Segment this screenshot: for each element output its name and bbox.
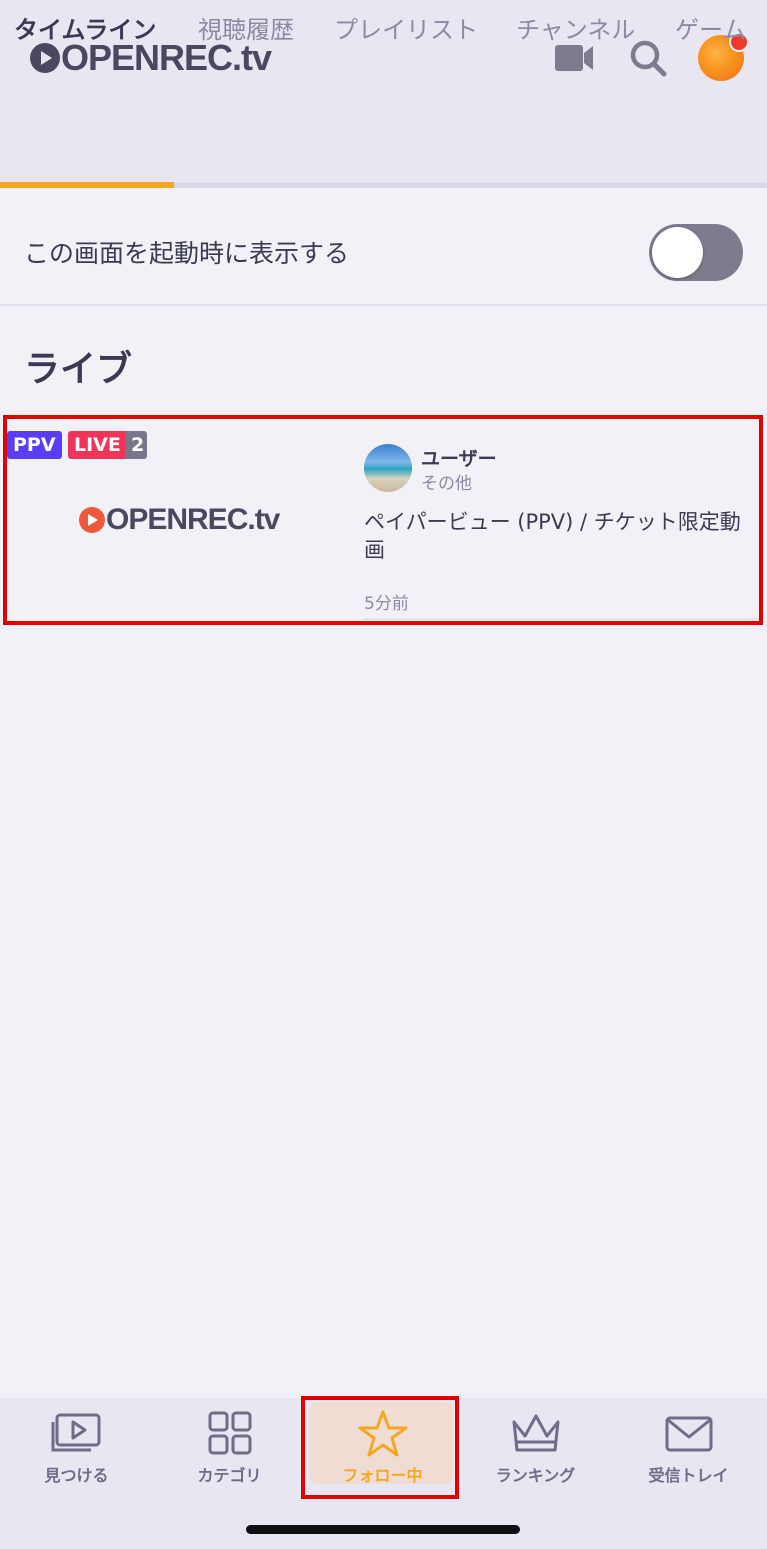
stream-category: その他 xyxy=(421,474,472,494)
stream-thumbnail[interactable]: OPENREC.tv xyxy=(79,503,280,537)
home-indicator[interactable] xyxy=(246,1525,520,1534)
active-tab-indicator xyxy=(0,182,174,188)
play-logo-icon xyxy=(79,507,105,533)
stream-title[interactable]: ペイパービュー (PPV) / チケット限定動画 xyxy=(364,508,754,564)
nav-label: 見つける xyxy=(44,1466,109,1485)
channel-name[interactable]: ユーザー xyxy=(421,444,497,471)
ppv-badge: PPV xyxy=(7,431,62,459)
nav-ranking[interactable]: ランキング xyxy=(459,1398,612,1498)
live-badge: LIVE xyxy=(68,431,127,459)
nav-label: カテゴリ xyxy=(197,1466,262,1485)
category-grid-icon xyxy=(208,1411,251,1455)
card-divider xyxy=(364,618,759,620)
toggle-knob xyxy=(652,227,703,278)
stream-time: 5分前 xyxy=(364,594,409,614)
discover-icon xyxy=(51,1413,100,1452)
nav-category[interactable]: カテゴリ xyxy=(153,1398,306,1498)
crown-icon xyxy=(512,1414,559,1452)
mail-icon xyxy=(665,1416,712,1452)
tab-game[interactable]: ゲーム xyxy=(675,0,746,66)
nav-discover[interactable]: 見つける xyxy=(0,1398,153,1498)
show-on-launch-toggle[interactable] xyxy=(649,224,743,281)
tab-timeline[interactable]: タイムライン xyxy=(14,0,156,66)
tab-playlist[interactable]: プレイリスト xyxy=(334,0,478,66)
show-on-launch-label: この画面を起動時に表示する xyxy=(24,239,350,268)
channel-avatar[interactable] xyxy=(364,444,412,492)
nav-inbox[interactable]: 受信トレイ xyxy=(612,1398,765,1498)
nav-label: ランキング xyxy=(495,1466,576,1485)
tab-history[interactable]: 視聴履歴 xyxy=(198,0,294,66)
live-section-title: ライブ xyxy=(24,349,133,390)
tab-channel[interactable]: チャンネル xyxy=(516,0,635,66)
nav-label: 受信トレイ xyxy=(648,1466,729,1485)
highlight-box xyxy=(301,1396,459,1499)
viewer-count-badge: 2 xyxy=(125,431,147,459)
